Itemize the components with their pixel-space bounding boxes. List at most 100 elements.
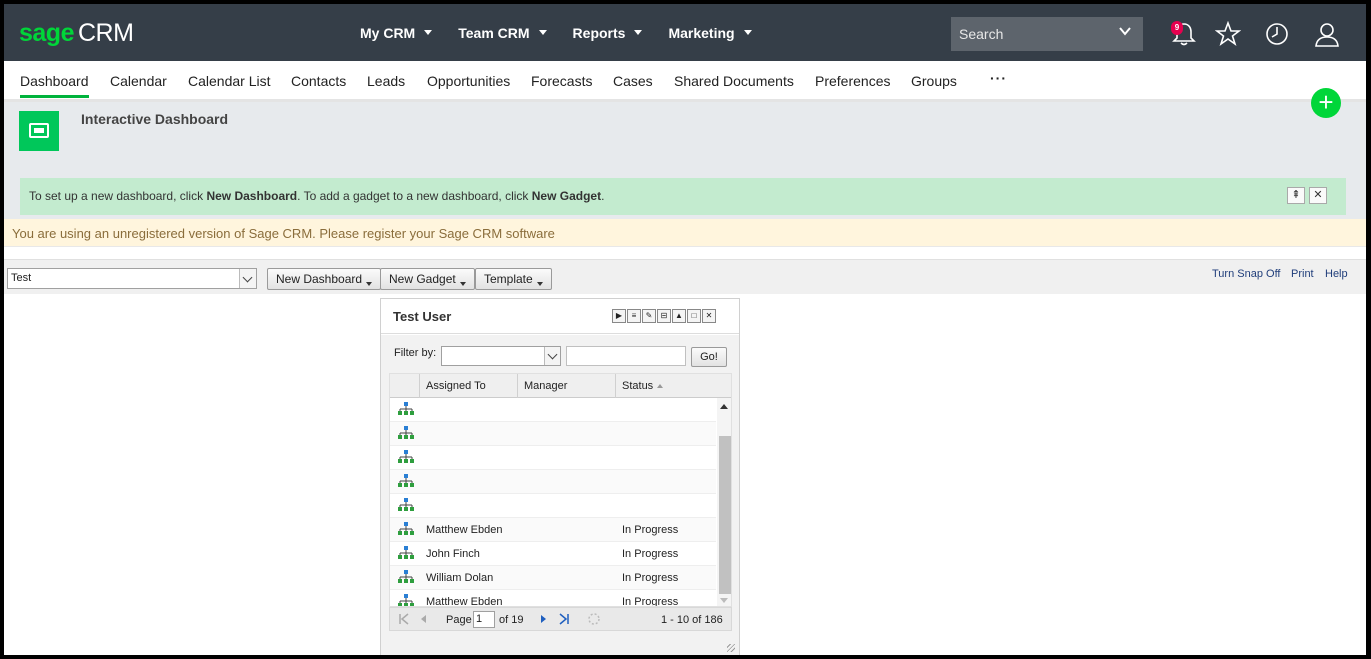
table-row[interactable]: John Finch In Progress	[390, 542, 716, 566]
org-chart-icon[interactable]	[398, 402, 414, 416]
dashboard-icon	[19, 111, 59, 151]
chevron-down-icon[interactable]	[1119, 25, 1131, 37]
tab-leads[interactable]: Leads	[367, 73, 405, 89]
resize-handle[interactable]	[727, 644, 735, 652]
caret-down-icon	[424, 30, 433, 35]
template-button[interactable]: Template	[475, 268, 552, 290]
table-row[interactable]	[390, 494, 716, 518]
table-row[interactable]: Matthew Ebden In Progress	[390, 590, 716, 607]
org-chart-icon[interactable]	[398, 522, 414, 536]
unregistered-warning: You are using an unregistered version of…	[4, 219, 1366, 247]
status-cell: In Progress	[622, 524, 679, 536]
add-button[interactable]: +	[1311, 88, 1341, 118]
caret-down-icon	[634, 30, 643, 35]
filter-input[interactable]	[566, 346, 686, 366]
table-row[interactable]	[390, 398, 716, 422]
search-input[interactable]	[951, 26, 1111, 42]
assigned-to-cell: Matthew Ebden	[426, 596, 503, 607]
org-chart-icon[interactable]	[398, 426, 414, 440]
star-icon[interactable]	[1215, 21, 1241, 47]
org-chart-icon[interactable]	[398, 594, 414, 607]
table-row[interactable]: William Dolan In Progress	[390, 566, 716, 590]
go-button[interactable]: Go!	[691, 347, 727, 367]
page-count: of 19	[499, 614, 524, 626]
play-icon[interactable]: ▶	[612, 309, 626, 323]
more-tabs-button[interactable]: ···	[990, 70, 1007, 86]
list-icon[interactable]: ≡	[627, 309, 641, 323]
column-manager[interactable]: Manager	[517, 374, 615, 398]
user-icon[interactable]	[1314, 21, 1340, 47]
column-status[interactable]: Status	[615, 374, 713, 398]
link-icon[interactable]: ⊟	[657, 309, 671, 323]
org-chart-icon[interactable]	[398, 570, 414, 584]
menu-reports[interactable]: Reports	[573, 4, 643, 61]
menu-team-crm[interactable]: Team CRM	[458, 4, 547, 61]
status-cell: In Progress	[622, 572, 679, 584]
org-chart-icon[interactable]	[398, 498, 414, 512]
assigned-to-cell: John Finch	[426, 548, 480, 560]
scroll-thumb[interactable]	[719, 436, 731, 594]
table-row[interactable]	[390, 446, 716, 470]
new-gadget-button[interactable]: New Gadget	[380, 268, 475, 290]
tab-preferences[interactable]: Preferences	[815, 73, 890, 89]
turn-snap-off-link[interactable]: Turn Snap Off	[1212, 268, 1280, 280]
table-row[interactable]: Matthew Ebden In Progress	[390, 518, 716, 542]
filter-label: Filter by:	[394, 347, 437, 359]
page-label: Page	[446, 614, 472, 626]
prev-page-icon[interactable]	[418, 613, 430, 625]
maximize-icon[interactable]: □	[687, 309, 701, 323]
print-link[interactable]: Print	[1291, 268, 1314, 280]
sage-crm-logo[interactable]: sage CRM	[19, 19, 134, 47]
table-row[interactable]	[390, 422, 716, 446]
chevron-down-icon[interactable]	[239, 269, 256, 288]
search-box	[951, 17, 1143, 51]
chevron-down-icon[interactable]	[544, 347, 560, 365]
grid-pager: Page 1 of 19 1 - 10 of 186	[389, 607, 732, 631]
info-message: To set up a new dashboard, click New Das…	[20, 178, 1346, 215]
org-chart-icon[interactable]	[398, 546, 414, 560]
tab-shared-documents[interactable]: Shared Documents	[674, 73, 794, 89]
top-menu: My CRM Team CRM Reports Marketing	[360, 4, 778, 61]
refresh-icon[interactable]	[587, 612, 601, 626]
tab-forecasts[interactable]: Forecasts	[531, 73, 592, 89]
scroll-down-icon[interactable]	[720, 598, 728, 603]
tab-contacts[interactable]: Contacts	[291, 73, 346, 89]
status-cell: In Progress	[622, 596, 679, 607]
new-dashboard-button[interactable]: New Dashboard	[267, 268, 382, 290]
collapse-icon[interactable]: ▲	[672, 309, 686, 323]
tab-groups[interactable]: Groups	[911, 73, 957, 89]
org-chart-icon[interactable]	[398, 450, 414, 464]
table-row[interactable]	[390, 470, 716, 494]
caret-down-icon	[743, 30, 752, 35]
last-page-icon[interactable]	[558, 613, 570, 625]
column-assigned-to[interactable]: Assigned To	[419, 374, 517, 398]
tab-cases[interactable]: Cases	[613, 73, 653, 89]
tab-dashboard[interactable]: Dashboard	[20, 73, 89, 98]
close-icon[interactable]: ✕	[702, 309, 716, 323]
filter-select[interactable]	[441, 346, 561, 366]
menu-marketing[interactable]: Marketing	[668, 4, 752, 61]
gadget-title: Test User	[393, 309, 452, 324]
dashboard-select[interactable]: Test	[7, 268, 257, 289]
edit-icon[interactable]: ✎	[642, 309, 656, 323]
grid-rows: Matthew Ebden In Progress John Finch In Pro…	[390, 398, 716, 607]
page-number-input[interactable]: 1	[473, 611, 495, 628]
gadget-grid: Assigned To Manager Status Matthew Ebden…	[389, 373, 732, 607]
gadget-toolbar: ▶ ≡ ✎ ⊟ ▲ □ ✕	[612, 309, 717, 323]
tab-opportunities[interactable]: Opportunities	[427, 73, 510, 89]
menu-my-crm[interactable]: My CRM	[360, 4, 433, 61]
status-cell: In Progress	[622, 548, 679, 560]
scroll-up-icon[interactable]	[720, 404, 728, 409]
gadget-header[interactable]: Test User ▶ ≡ ✎ ⊟ ▲ □ ✕	[381, 299, 739, 334]
close-message-icon[interactable]: ✕	[1309, 187, 1327, 204]
org-chart-icon[interactable]	[398, 474, 414, 488]
first-page-icon[interactable]	[398, 613, 410, 625]
help-link[interactable]: Help	[1325, 268, 1348, 280]
vertical-scrollbar[interactable]	[717, 398, 731, 606]
gadget-panel: Test User ▶ ≡ ✎ ⊟ ▲ □ ✕ Filter by: Go! A…	[380, 298, 740, 655]
collapse-message-icon[interactable]: ⇞	[1287, 187, 1305, 204]
tab-calendar-list[interactable]: Calendar List	[188, 73, 271, 89]
tab-calendar[interactable]: Calendar	[110, 73, 167, 89]
clock-icon[interactable]	[1264, 21, 1290, 47]
next-page-icon[interactable]	[537, 613, 549, 625]
